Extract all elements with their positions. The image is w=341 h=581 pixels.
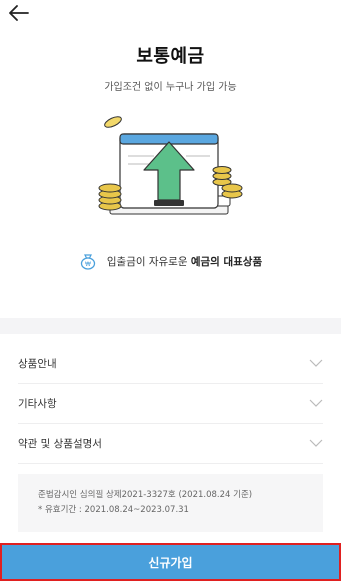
feature-text: 입출금이 자유로운 예금의 대표상품 <box>106 255 263 268</box>
coin-stack-left <box>98 183 122 211</box>
coin-icon <box>104 116 122 128</box>
product-title: 보통예금 <box>136 46 205 67</box>
product-subtitle: 가입조건 없이 누구나 가입 가능 <box>104 82 237 93</box>
new-signup-label: 신규가입 <box>148 555 193 570</box>
feature-row: ₩ 입출금이 자유로운 예금의 대표상품 <box>0 252 341 270</box>
chevron-down-icon <box>309 359 323 367</box>
notice-line-validity: * 유효기간 : 2021.08.24~2023.07.31 <box>38 505 189 515</box>
accordion-item-terms[interactable]: 약관 및 상품설명서 <box>18 424 323 464</box>
accordion-item-product-info[interactable]: 상품안내 <box>18 344 323 384</box>
money-bag-icon: ₩ <box>80 254 96 270</box>
arrow-left-icon <box>9 5 29 21</box>
section-divider <box>0 318 341 334</box>
back-button[interactable] <box>6 2 32 24</box>
compliance-notice: 준법감시인 심의필 상제2021-3327호 (2021.08.24 기준) *… <box>18 474 323 532</box>
new-signup-button[interactable]: 신규가입 <box>0 543 341 581</box>
accordion-item-other-info[interactable]: 기타사항 <box>18 384 323 424</box>
notice-line-approval: 준법감시인 심의필 상제2021-3327호 (2021.08.24 기준) <box>38 490 253 500</box>
svg-text:₩: ₩ <box>85 261 91 268</box>
chevron-down-icon <box>309 439 323 447</box>
info-accordion: 상품안내 기타사항 약관 및 상품설명서 <box>18 344 323 464</box>
deposit-illustration <box>98 116 243 215</box>
chevron-down-icon <box>309 399 323 407</box>
